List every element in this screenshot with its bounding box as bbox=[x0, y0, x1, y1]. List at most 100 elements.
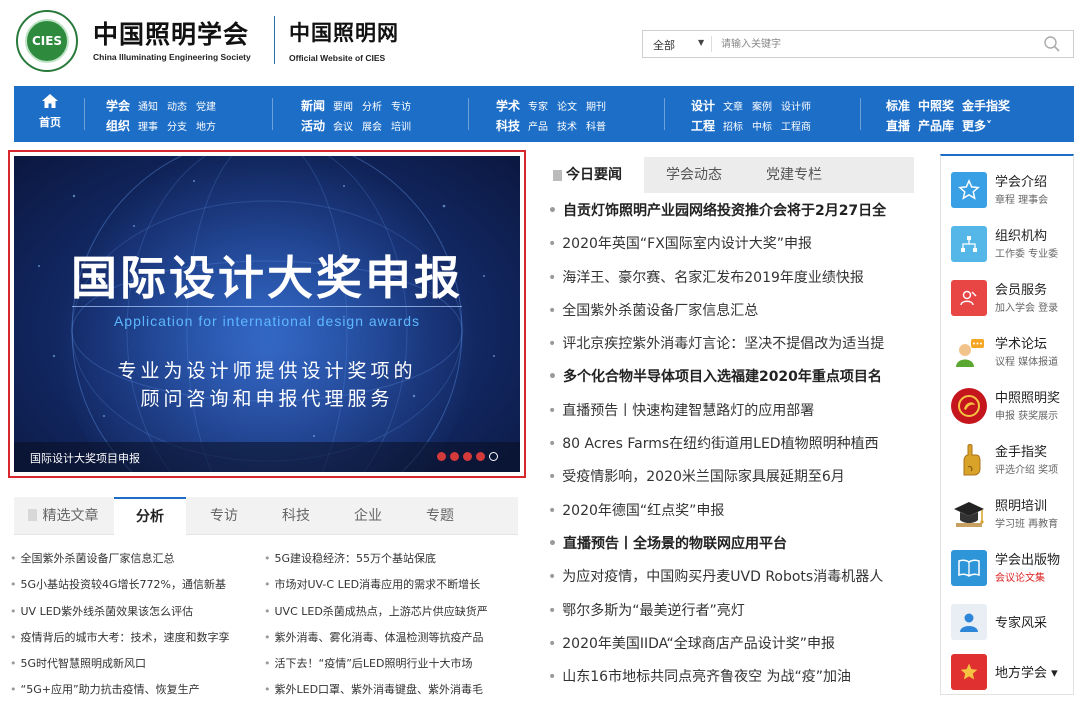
news-item[interactable]: 海洋王、豪尔赛、名家汇发布2019年度业绩快报 bbox=[548, 267, 918, 300]
news-item[interactable]: 2020年英国“FX国际室内设计大奖”申报 bbox=[548, 233, 918, 266]
nav-link[interactable]: 招标 bbox=[723, 118, 743, 133]
sidebar-item-publications[interactable]: 学会出版物 会议论文集 bbox=[951, 548, 1071, 588]
search-scope-select[interactable]: 全部 ▼ bbox=[643, 31, 711, 57]
news-item[interactable]: 全国紫外杀菌设备厂家信息汇总 bbox=[548, 300, 918, 333]
list-item[interactable]: 紫外消毒、雾化消毒、体温检测等抗疫产品 bbox=[264, 629, 514, 655]
nav-link[interactable]: 工程商 bbox=[781, 118, 811, 133]
list-item[interactable]: 全国紫外杀菌设备厂家信息汇总 bbox=[10, 550, 260, 576]
tab-analysis[interactable]: 分析 bbox=[114, 497, 186, 535]
nav-link[interactable]: 金手指奖 bbox=[962, 97, 1010, 114]
sidebar-item-golden-finger[interactable]: 金手指奖 评选介绍 奖项 bbox=[951, 440, 1071, 480]
nav-link[interactable]: 组织 bbox=[106, 117, 130, 134]
nav-link[interactable]: 产品 bbox=[528, 118, 548, 133]
banner-carousel[interactable]: 国际设计大奖申报 Application for international d… bbox=[8, 150, 526, 478]
nav-link[interactable]: 中标 bbox=[752, 118, 772, 133]
nav-link[interactable]: 设计 bbox=[691, 97, 715, 114]
nav-link[interactable]: 分支 bbox=[167, 118, 187, 133]
nav-link[interactable]: 通知 bbox=[138, 98, 158, 113]
nav-link[interactable]: 展会 bbox=[362, 118, 382, 133]
nav-link[interactable]: 直播 bbox=[886, 117, 910, 134]
nav-link[interactable]: 要闻 bbox=[333, 98, 353, 113]
sidebar-item-organization[interactable]: 组织机构 工作委 专业委 bbox=[951, 224, 1071, 264]
nav-link[interactable]: 期刊 bbox=[586, 98, 606, 113]
nav-link[interactable]: 活动 bbox=[301, 117, 325, 134]
site2-name-cn[interactable]: 中国照明网 bbox=[289, 17, 399, 47]
carousel-dot-active[interactable] bbox=[489, 452, 498, 461]
nav-link[interactable]: 案例 bbox=[752, 98, 772, 113]
nav-link[interactable]: 地方 bbox=[196, 118, 216, 133]
banner-slide[interactable]: 国际设计大奖申报 Application for international d… bbox=[14, 156, 520, 472]
tab-tech[interactable]: 科技 bbox=[268, 497, 324, 535]
nav-link[interactable]: 科技 bbox=[496, 117, 520, 134]
nav-link[interactable]: 中照奖 bbox=[918, 97, 954, 114]
news-item[interactable]: 多个化合物半导体项目入选福建2020年重点项目名 bbox=[548, 366, 918, 399]
news-item[interactable]: 评北京疾控紫外消毒灯言论：坚决不提倡改为适当提 bbox=[548, 333, 918, 366]
list-item[interactable]: 5G建设稳经济：55万个基站保底 bbox=[264, 550, 514, 576]
carousel-dot[interactable] bbox=[476, 452, 485, 461]
nav-link[interactable]: 文章 bbox=[723, 98, 743, 113]
tab-today-news[interactable]: 今日要闻 bbox=[544, 157, 644, 193]
sidebar-item-training[interactable]: 照明培训 学习班 再教育 bbox=[951, 494, 1071, 534]
tab-enterprise[interactable]: 企业 bbox=[340, 497, 396, 535]
list-item[interactable]: UV LED紫外线杀菌效果该怎么评估 bbox=[10, 603, 260, 629]
news-item[interactable]: 直播预告丨快速构建智慧路灯的应用部署 bbox=[548, 400, 918, 433]
list-item[interactable]: 5G小基站投资较4G增长772%，通信新基 bbox=[10, 576, 260, 602]
nav-link[interactable]: 动态 bbox=[167, 98, 187, 113]
news-item[interactable]: 2020年德国“红点奖”申报 bbox=[548, 500, 918, 533]
news-item[interactable]: 鄂尔多斯为“最美逆行者”亮灯 bbox=[548, 600, 918, 633]
nav-link[interactable]: 技术 bbox=[557, 118, 577, 133]
list-item[interactable]: UVC LED杀菌成热点，上游芯片供应缺货严 bbox=[264, 603, 514, 629]
sidebar-item-forum[interactable]: 学术论坛 议程 媒体报道 bbox=[951, 332, 1071, 372]
nav-link[interactable]: 科普 bbox=[586, 118, 606, 133]
nav-link[interactable]: 标准 bbox=[886, 97, 910, 114]
nav-link[interactable]: 专家 bbox=[528, 98, 548, 113]
tab-topics[interactable]: 专题 bbox=[412, 497, 468, 535]
nav-more-link[interactable]: 更多˅ bbox=[962, 117, 992, 134]
tab-interview[interactable]: 专访 bbox=[196, 497, 252, 535]
nav-link[interactable]: 党建 bbox=[196, 98, 216, 113]
carousel-dot[interactable] bbox=[450, 452, 459, 461]
sidebar-item-member-service[interactable]: 会员服务 加入学会 登录 bbox=[951, 278, 1071, 318]
list-item[interactable]: 5G时代智慧照明成新风口 bbox=[10, 655, 260, 681]
nav-link[interactable]: 新闻 bbox=[301, 97, 325, 114]
nav-link[interactable]: 论文 bbox=[557, 98, 577, 113]
list-item[interactable]: 疫情背后的城市大考：技术，速度和数字孪 bbox=[10, 629, 260, 655]
list-item[interactable]: “5G+应用”助力抗击疫情、恢复生产 bbox=[10, 681, 260, 707]
cies-logo[interactable]: CIES bbox=[16, 10, 78, 72]
tab-society-news[interactable]: 学会动态 bbox=[666, 157, 722, 193]
news-item[interactable]: 受疫情影响，2020米兰国际家具展延期至6月 bbox=[548, 466, 918, 499]
nav-link[interactable]: 分析 bbox=[362, 98, 382, 113]
nav-link[interactable]: 会议 bbox=[333, 118, 353, 133]
sidebar-item-local-societies[interactable]: 地方学会 ▾ bbox=[951, 652, 1071, 692]
news-item[interactable]: 自贡灯饰照明产业园网络投资推介会将于2月27日全 bbox=[548, 200, 918, 233]
site-name-cn[interactable]: 中国照明学会 bbox=[93, 15, 249, 51]
news-item[interactable]: 80 Acres Farms在纽约街道用LED植物照明种植西 bbox=[548, 433, 918, 466]
nav-link[interactable]: 培训 bbox=[391, 118, 411, 133]
nav-link[interactable]: 设计师 bbox=[781, 98, 811, 113]
sidebar-item-society-intro[interactable]: 学会介绍 章程 理事会 bbox=[951, 170, 1071, 210]
nav-link[interactable]: 学术 bbox=[496, 97, 520, 114]
nav-link[interactable]: 专访 bbox=[391, 98, 411, 113]
nav-link[interactable]: 工程 bbox=[691, 117, 715, 134]
list-item[interactable]: 活下去！“疫情”后LED照明行业十大市场 bbox=[264, 655, 514, 681]
site-name-en: China Illuminating Engineering Society bbox=[93, 52, 251, 62]
nav-link[interactable]: 理事 bbox=[138, 118, 158, 133]
list-item[interactable]: 市场对UV-C LED消毒应用的需求不断增长 bbox=[264, 576, 514, 602]
carousel-dot[interactable] bbox=[463, 452, 472, 461]
news-item[interactable]: 山东16市地标共同点亮齐鲁夜空 为战“疫”加油 bbox=[548, 666, 918, 699]
banner-caption[interactable]: 国际设计大奖项目申报 bbox=[30, 450, 140, 466]
nav-link[interactable]: 学会 bbox=[106, 97, 130, 114]
list-item[interactable]: 紫外LED口罩、紫外消毒键盘、紫外消毒毛 bbox=[264, 681, 514, 707]
nav-home[interactable]: 首页 bbox=[36, 94, 64, 130]
tab-party-column[interactable]: 党建专栏 bbox=[766, 157, 822, 193]
carousel-dot[interactable] bbox=[437, 452, 446, 461]
search-icon[interactable] bbox=[1043, 35, 1061, 53]
news-item[interactable]: 2020年美国IIDA“全球商店产品设计奖”申报 bbox=[548, 633, 918, 666]
news-item[interactable]: 为应对疫情，中国购买丹麦UVD Robots消毒机器人 bbox=[548, 566, 918, 599]
search-input[interactable] bbox=[721, 34, 1031, 54]
sidebar-item-cies-award[interactable]: 中照照明奖 申报 获奖展示 bbox=[951, 386, 1071, 426]
sidebar-item-experts[interactable]: 专家风采 bbox=[951, 602, 1071, 642]
news-item[interactable]: 直播预告丨全场景的物联网应用平台 bbox=[548, 533, 918, 566]
nav-link[interactable]: 产品库 bbox=[918, 117, 954, 134]
tab-featured-articles[interactable]: 精选文章 bbox=[14, 497, 112, 535]
